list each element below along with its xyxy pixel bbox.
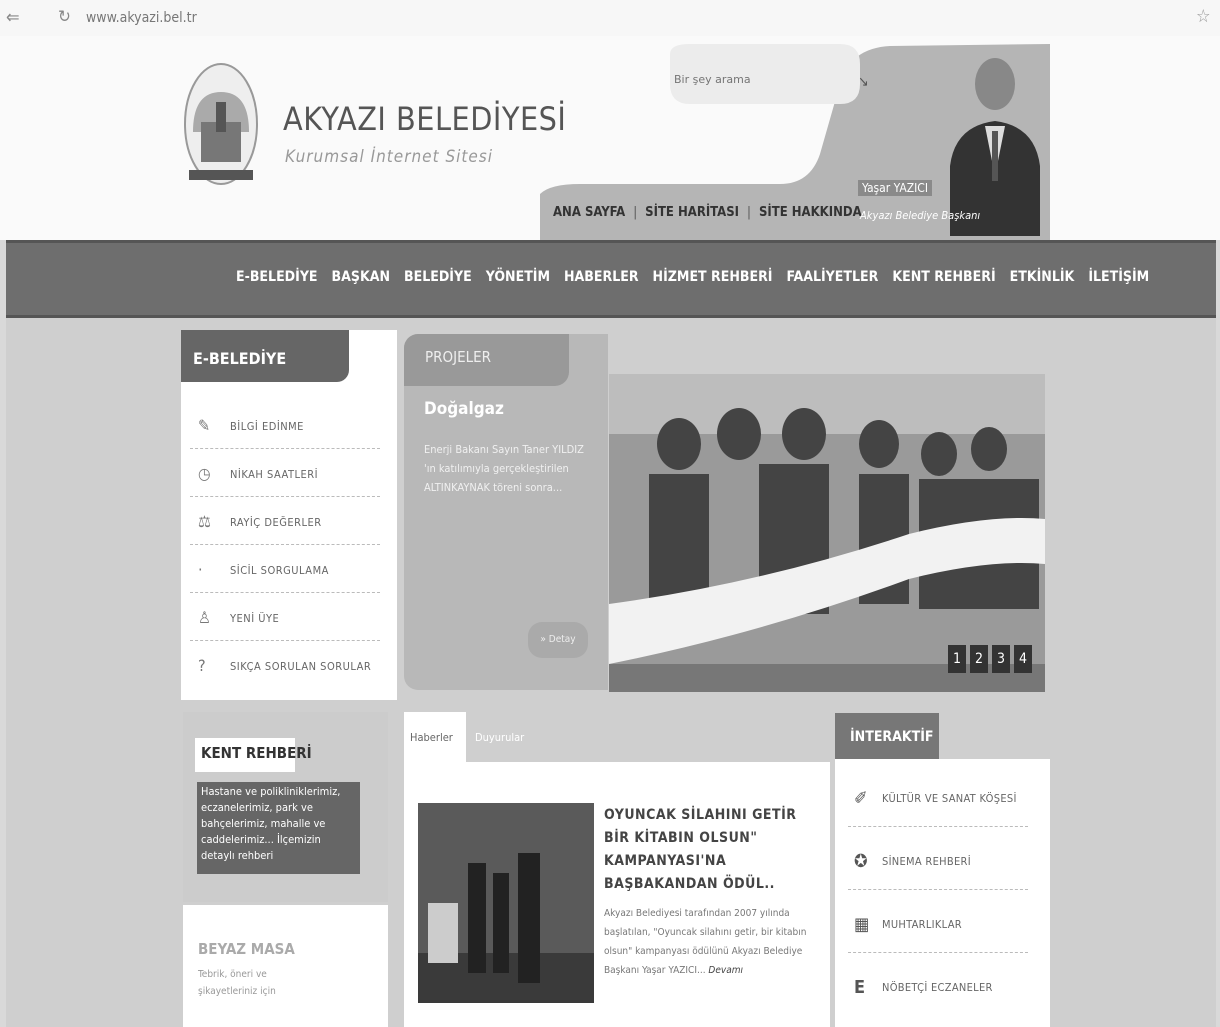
paintbrush-icon: ✐	[854, 788, 868, 809]
ebelediye-item-sss[interactable]: ? SIKÇA SORULAN SORULAR	[190, 644, 380, 688]
city-guide-description: Hastane ve polikliniklerimiz, eczaneleri…	[197, 782, 360, 874]
search-arrow-icon[interactable]: ↘	[858, 74, 869, 90]
white-desk-description: Tebrik, öneri ve şikayetleriniz için	[198, 969, 276, 997]
nav-item-kent-rehberi[interactable]: KENT REHBERİ	[892, 269, 995, 285]
pen-icon: ✎	[198, 416, 211, 435]
slider-page-4[interactable]: 4	[1014, 645, 1032, 673]
browser-toolbar: ⇐ ↻ www.akyazi.bel.tr ☆	[0, 0, 1220, 36]
top-link-about[interactable]: SİTE HAKKINDA	[759, 205, 862, 220]
news-headline[interactable]: OYUNCAK SİLAHINI GETİR BİR KİTABIN OLSUN…	[604, 804, 824, 896]
news-body-text: Akyazı Belediyesi tarafından 2007 yılınd…	[604, 908, 807, 976]
interactive-item-eczaneler[interactable]: E NÖBETÇİ ECZANELER	[848, 959, 1028, 1015]
address-bar[interactable]: www.akyazi.bel.tr	[86, 10, 197, 26]
top-link-sitemap[interactable]: SİTE HARİTASI	[645, 205, 739, 220]
pharmacy-e-icon: E	[854, 977, 866, 998]
nav-item-haberler[interactable]: HABERLER	[564, 269, 639, 285]
site-title: AKYAZI BELEDİYESİ	[283, 100, 567, 138]
slider-page-1[interactable]: 1	[948, 645, 966, 673]
nav-item-ebelediye[interactable]: E-BELEDİYE	[236, 269, 318, 285]
ebelediye-item-yeni-uye[interactable]: ♙ YENİ ÜYE	[190, 596, 380, 641]
reload-icon[interactable]: ↻	[58, 7, 71, 27]
project-slider-image[interactable]	[609, 334, 1045, 692]
search-input[interactable]	[672, 64, 856, 94]
project-detail-button[interactable]: » Detay	[528, 622, 588, 658]
news-photo[interactable]	[418, 803, 594, 1003]
ebelediye-item-rayic[interactable]: ⚖ RAYİÇ DEĞERLER	[190, 500, 380, 545]
clock-icon: ◷	[198, 464, 211, 483]
project-headline[interactable]: Doğalgaz	[424, 399, 504, 419]
interactive-item-muhtarliklar[interactable]: ▦ MUHTARLIKLAR	[848, 896, 1028, 953]
building-icon: ▦	[854, 914, 870, 935]
tab-duyurular[interactable]: Duyurular	[475, 731, 524, 744]
slider-page-2[interactable]: 2	[970, 645, 988, 673]
ebelediye-title: E-BELEDİYE	[193, 349, 287, 368]
slider-page-3[interactable]: 3	[992, 645, 1010, 673]
nav-item-iletisim[interactable]: İLETİŞİM	[1088, 269, 1149, 285]
interactive-title: İNTERAKTİF	[850, 729, 934, 745]
interactive-item-sinema[interactable]: ✪ SİNEMA REHBERİ	[848, 833, 1028, 890]
nav-item-faaliyetler[interactable]: FAALİYETLER	[786, 269, 878, 285]
top-links: ANA SAYFA | SİTE HARİTASI | SİTE HAKKINDA	[553, 205, 862, 220]
document-icon: ·	[198, 560, 203, 579]
municipality-logo	[184, 63, 258, 185]
film-reel-icon: ✪	[854, 851, 868, 872]
news-more-link[interactable]: Devamı	[708, 965, 743, 976]
interactive-item-kultur[interactable]: ✐ KÜLTÜR VE SANAT KÖŞESİ	[848, 770, 1028, 827]
balance-icon: ⚖	[198, 512, 211, 531]
bookmark-star-icon[interactable]: ☆	[1196, 6, 1211, 27]
mayor-name[interactable]: Yaşar YAZICI	[858, 180, 932, 196]
top-link-home[interactable]: ANA SAYFA	[553, 205, 625, 220]
city-guide-title[interactable]: KENT REHBERİ	[201, 744, 312, 762]
ebelediye-item-bilgi-edinme[interactable]: ✎ BİLGİ EDİNME	[190, 404, 380, 449]
mayor-title: Akyazı Belediye Başkanı	[860, 209, 981, 222]
nav-item-baskan[interactable]: BAŞKAN	[332, 269, 390, 285]
main-nav: E-BELEDİYE BAŞKAN BELEDİYE YÖNETİM HABER…	[236, 269, 1149, 285]
ebelediye-item-sicil[interactable]: · SİCİL SORGULAMA	[190, 548, 380, 593]
nav-item-etkinlik[interactable]: ETKİNLİK	[1010, 269, 1075, 285]
tab-haberler[interactable]: Haberler	[410, 731, 453, 744]
project-description: Enerji Bakanı Sayın Taner YILDIZ 'ın kat…	[424, 443, 584, 494]
question-icon: ?	[198, 656, 206, 675]
user-icon: ♙	[198, 608, 211, 627]
mayor-photo	[950, 58, 1040, 236]
ebelediye-item-nikah[interactable]: ◷ NİKAH SAATLERİ	[190, 452, 380, 497]
white-desk-title[interactable]: BEYAZ MASA	[198, 940, 295, 958]
site-subtitle: Kurumsal İnternet Sitesi	[285, 147, 494, 167]
news-body: Akyazı Belediyesi tarafından 2007 yılınd…	[604, 904, 824, 980]
nav-item-belediye[interactable]: BELEDİYE	[404, 269, 472, 285]
nav-item-hizmet-rehberi[interactable]: HİZMET REHBERİ	[653, 269, 773, 285]
nav-item-yonetim[interactable]: YÖNETİM	[486, 269, 550, 285]
back-icon[interactable]: ⇐	[6, 7, 20, 28]
projects-label: PROJELER	[425, 348, 492, 366]
